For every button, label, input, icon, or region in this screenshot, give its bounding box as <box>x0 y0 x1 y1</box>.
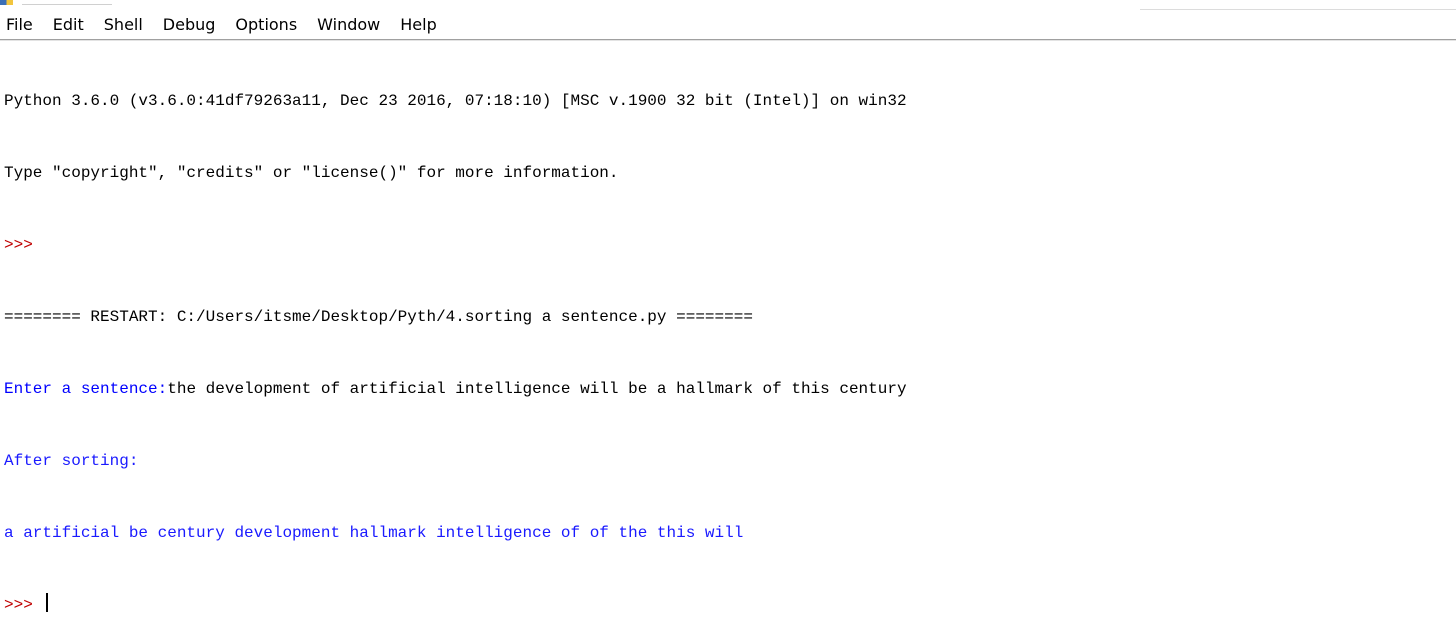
banner-info-line: Type "copyright", "credits" or "license(… <box>4 164 619 182</box>
python-idle-icon <box>0 0 22 5</box>
final-prompt: >>> <box>4 596 43 614</box>
shell-prompt: >>> <box>4 236 43 254</box>
menu-window[interactable]: Window <box>317 12 380 37</box>
restart-line: ======== RESTART: C:/Users/itsme/Desktop… <box>4 308 753 326</box>
menu-help[interactable]: Help <box>400 12 436 37</box>
window-titlebar-strip <box>0 0 1456 9</box>
menubar-edge <box>1140 9 1456 10</box>
banner-version-line: Python 3.6.0 (v3.6.0:41df79263a11, Dec 2… <box>4 92 907 110</box>
final-prompt-line[interactable]: >>> <box>4 593 1456 617</box>
menubar: File Edit Shell Debug Options Window Hel… <box>0 9 1456 40</box>
text-cursor <box>46 593 49 612</box>
sorted-result-line: a artificial be century development hall… <box>4 524 744 542</box>
menu-options[interactable]: Options <box>235 12 297 37</box>
input-line: Enter a sentence:the development of arti… <box>4 377 1456 401</box>
input-value-text: the development of artificial intelligen… <box>167 380 907 398</box>
shell-text-area[interactable]: Python 3.6.0 (v3.6.0:41df79263a11, Dec 2… <box>0 41 1456 614</box>
input-prompt-text: Enter a sentence: <box>4 380 168 398</box>
after-sorting-line: After sorting: <box>4 452 139 470</box>
menu-debug[interactable]: Debug <box>163 12 216 37</box>
menu-edit[interactable]: Edit <box>53 12 84 37</box>
menu-shell[interactable]: Shell <box>104 12 143 37</box>
titlebar-divider <box>22 4 112 5</box>
menu-file[interactable]: File <box>6 12 33 37</box>
